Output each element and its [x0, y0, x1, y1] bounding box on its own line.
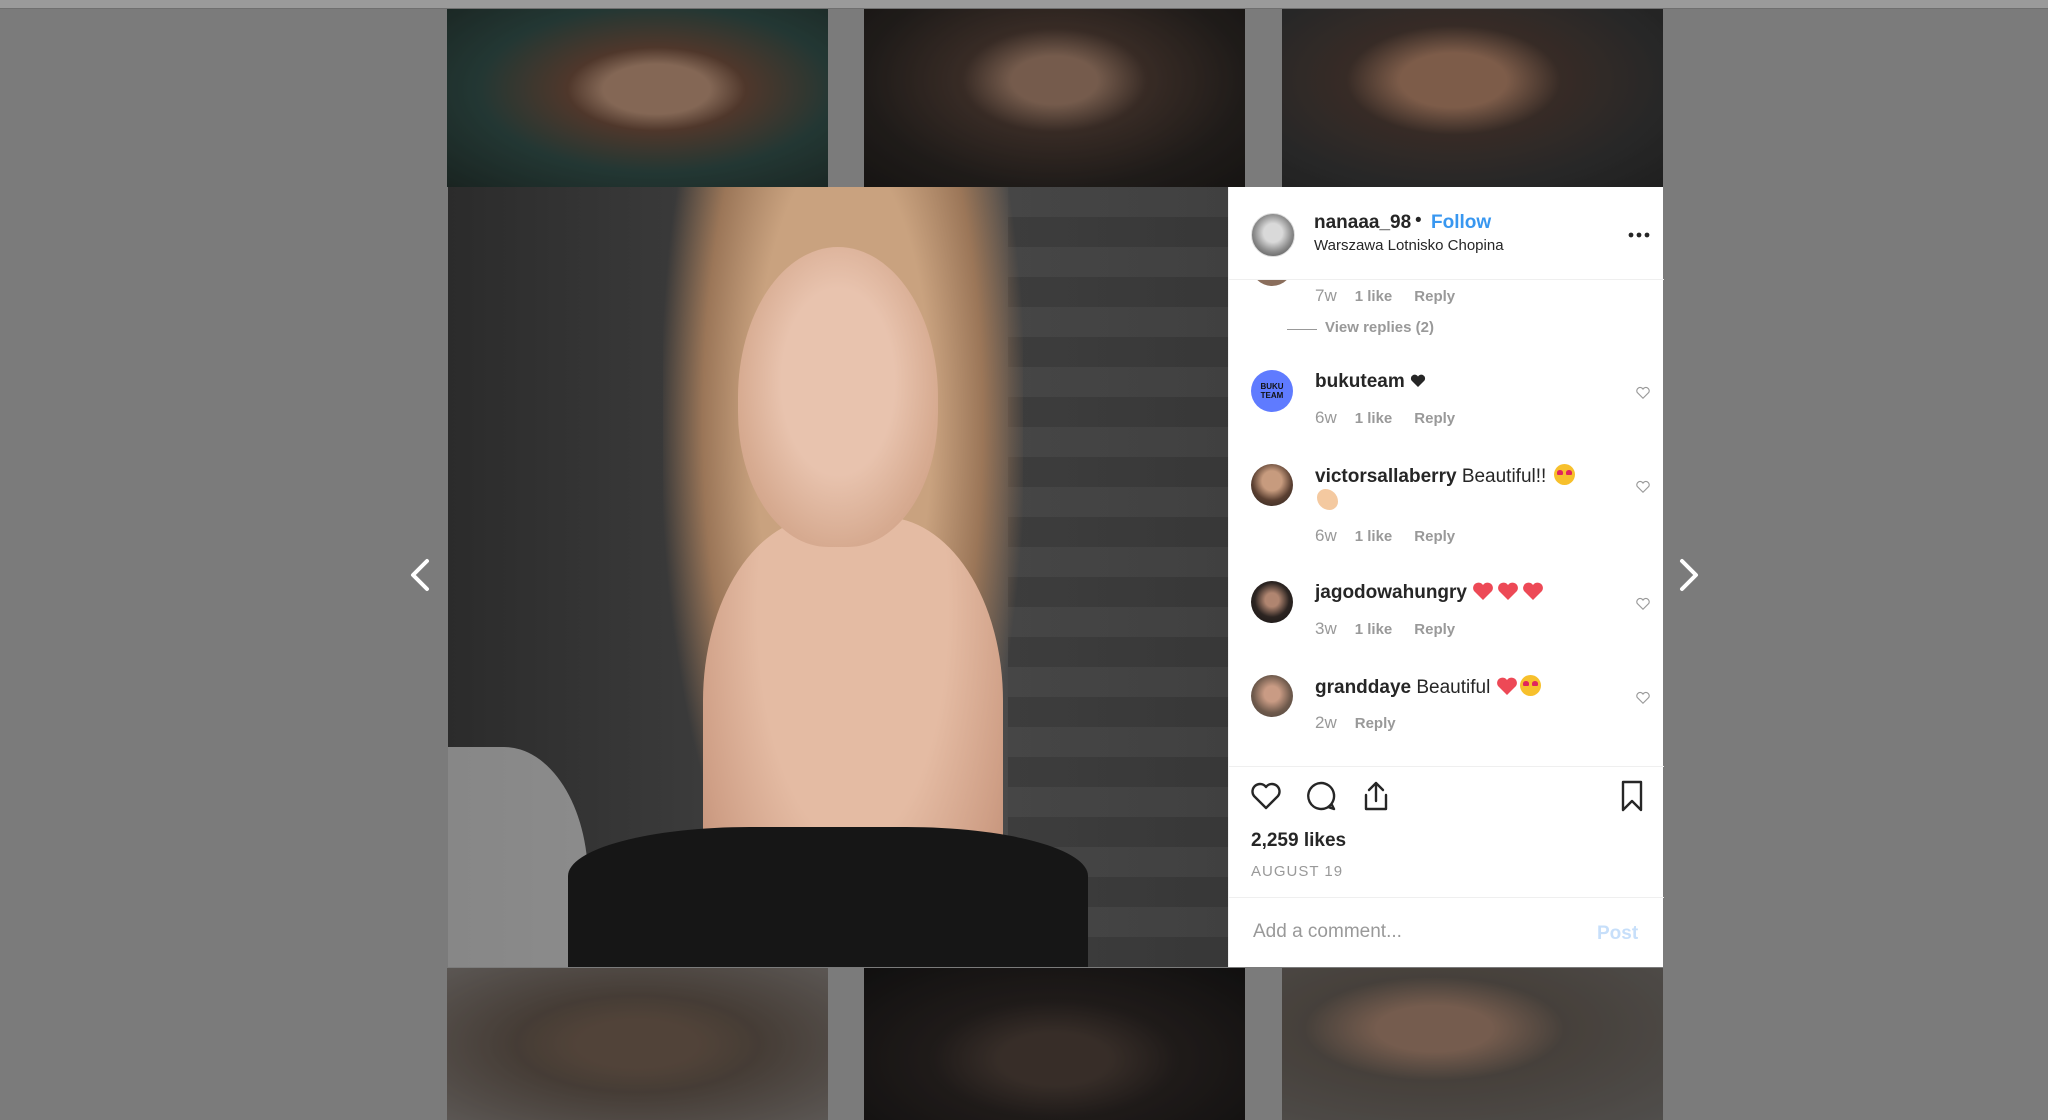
comment-username[interactable]: jagodowahungry	[1315, 582, 1467, 603]
post-actions: 2,259 likes AUGUST 19 Post	[1229, 766, 1664, 972]
comment-avatar[interactable]	[1251, 280, 1293, 286]
comment-bubble-icon[interactable]	[1304, 779, 1338, 813]
view-replies-button[interactable]: View replies (2)	[1325, 319, 1434, 336]
like-comment-heart-icon[interactable]	[1636, 691, 1650, 705]
comment-avatar[interactable]	[1251, 464, 1293, 506]
post-comment-button[interactable]: Post	[1597, 923, 1638, 945]
comment-time[interactable]: 2w	[1315, 713, 1337, 732]
view-replies-line	[1287, 329, 1317, 330]
grid-thumbnail[interactable]	[447, 968, 828, 1120]
like-heart-icon[interactable]	[1249, 779, 1283, 813]
comment-avatar[interactable]	[1251, 675, 1293, 717]
comment-body: Beautiful	[1416, 677, 1491, 698]
comment-text: granddaye Beautiful	[1315, 675, 1605, 700]
next-post-arrow-icon[interactable]	[1668, 555, 1708, 595]
comments-list: 7w 1 like Reply View replies (2) BUKU TEAM …	[1229, 280, 1664, 765]
black-heart-icon	[1410, 371, 1426, 392]
like-comment-heart-icon[interactable]	[1636, 480, 1650, 494]
grid-thumbnail[interactable]	[447, 9, 828, 187]
comment-meta: 6w 1 like Reply	[1315, 408, 1455, 428]
comment-username[interactable]: bukuteam	[1315, 371, 1405, 392]
post-sidebar: nanaaa_98 • Follow Warszawa Lotnisko Cho…	[1228, 187, 1664, 967]
svg-text:BUKU: BUKU	[1260, 382, 1283, 391]
share-icon[interactable]	[1359, 779, 1393, 813]
reply-button[interactable]: Reply	[1414, 621, 1455, 638]
heart-eyes-emoji-icon	[1553, 464, 1575, 485]
photo-face	[738, 247, 938, 547]
like-comment-heart-icon[interactable]	[1636, 386, 1650, 400]
comment-likes[interactable]: 1 like	[1355, 410, 1393, 427]
author-username[interactable]: nanaaa_98	[1314, 212, 1411, 234]
comment-likes[interactable]: 1 like	[1355, 288, 1393, 305]
comment-avatar[interactable]	[1251, 581, 1293, 623]
post-modal: nanaaa_98 • Follow Warszawa Lotnisko Cho…	[448, 187, 1664, 967]
reply-button[interactable]: Reply	[1414, 288, 1455, 305]
add-comment-bar: Post	[1229, 897, 1664, 970]
separator-dot: •	[1415, 210, 1422, 231]
comment-username[interactable]: victorsallaberry	[1315, 466, 1457, 487]
red-hearts-emoji-icon	[1472, 582, 1544, 603]
grid-thumbnail[interactable]	[1282, 968, 1663, 1120]
comment-likes[interactable]: 1 like	[1355, 528, 1393, 545]
previous-post-arrow-icon[interactable]	[401, 555, 441, 595]
grid-thumbnail[interactable]	[1282, 9, 1663, 187]
red-heart-emoji-icon	[1496, 677, 1518, 698]
comment-text: bukuteam	[1315, 370, 1605, 394]
comment-time[interactable]: 3w	[1315, 619, 1337, 638]
reply-button[interactable]: Reply	[1355, 715, 1396, 732]
post-date[interactable]: AUGUST 19	[1251, 863, 1343, 880]
comment-avatar[interactable]: BUKU TEAM	[1251, 370, 1293, 412]
post-location[interactable]: Warszawa Lotnisko Chopina	[1314, 237, 1504, 254]
comment-time[interactable]: 6w	[1315, 408, 1337, 427]
svg-text:TEAM: TEAM	[1261, 391, 1284, 400]
grid-thumbnail[interactable]	[864, 968, 1245, 1120]
likes-count[interactable]: 2,259 likes	[1251, 830, 1346, 852]
comment-time[interactable]: 7w	[1315, 286, 1337, 305]
like-comment-heart-icon[interactable]	[1636, 597, 1650, 611]
follow-button[interactable]: Follow	[1431, 212, 1491, 234]
comment-body: Beautiful!!	[1461, 466, 1547, 487]
reply-button[interactable]: Reply	[1414, 410, 1455, 427]
comment-meta: 6w 1 like Reply	[1315, 526, 1455, 546]
bookmark-icon[interactable]	[1615, 779, 1649, 813]
comment-likes[interactable]: 1 like	[1355, 621, 1393, 638]
reply-button[interactable]: Reply	[1414, 528, 1455, 545]
comment-username[interactable]: granddaye	[1315, 677, 1411, 698]
comment-text: victorsallaberry Beautiful!!	[1315, 464, 1605, 514]
author-avatar[interactable]	[1251, 213, 1295, 257]
comment-meta: 3w 1 like Reply	[1315, 619, 1455, 639]
comment-meta: 2w Reply	[1315, 713, 1396, 733]
comment-text: jagodowahungry	[1315, 581, 1605, 605]
comment-meta: 7w 1 like Reply	[1315, 286, 1455, 306]
grid-thumbnail[interactable]	[864, 9, 1245, 187]
post-photo[interactable]	[448, 187, 1228, 967]
photo-pillow	[448, 747, 588, 967]
comment-time[interactable]: 6w	[1315, 526, 1337, 545]
browser-top-edge	[0, 0, 2048, 9]
add-comment-input[interactable]	[1251, 916, 1575, 948]
clap-emoji-icon	[1317, 489, 1338, 510]
heart-eyes-emoji-icon	[1519, 675, 1541, 696]
more-options-icon[interactable]	[1627, 227, 1651, 238]
post-header: nanaaa_98 • Follow Warszawa Lotnisko Cho…	[1229, 187, 1664, 280]
photo-clothing	[568, 827, 1088, 967]
